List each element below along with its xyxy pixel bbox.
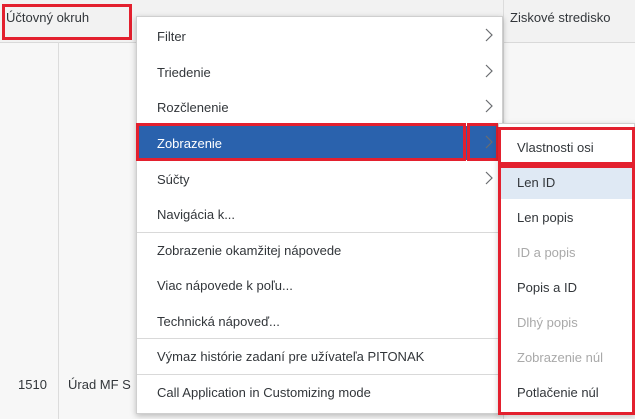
chevron-right-icon: [485, 135, 493, 149]
menu-item-label: Viac nápovede k poľu...: [157, 278, 293, 293]
submenu-item-label: Potlačenie núl: [517, 385, 599, 400]
menu-item-technicka-napoveda[interactable]: Technická nápoveď...: [137, 304, 502, 338]
submenu-item-label: Len popis: [517, 210, 574, 225]
submenu-item-zobrazenie-nul: Zobrazenie núl: [499, 340, 635, 374]
display-submenu: Vlastnosti osi Len ID Len popis ID a pop…: [498, 123, 635, 415]
chevron-right-icon: [485, 28, 493, 42]
submenu-item-label: Vlastnosti osi: [517, 140, 594, 155]
cell-name: Úrad MF S: [68, 377, 131, 392]
menu-item-vymaz-historie[interactable]: Výmaz histórie zadaní pre užívateľa PITO…: [137, 339, 502, 373]
submenu-item-id-a-popis: ID a popis: [499, 235, 635, 269]
chevron-right-icon: [485, 171, 493, 185]
column-header-uctovny-okruh[interactable]: Účtovný okruh: [6, 10, 89, 25]
submenu-item-potlacenie-nul[interactable]: Potlačenie núl: [499, 375, 635, 409]
menu-item-label: Zobrazenie okamžitej nápovede: [157, 243, 342, 258]
menu-item-label: Navigácia k...: [157, 207, 236, 222]
menu-item-zobrazenie[interactable]: Zobrazenie: [137, 126, 502, 160]
submenu-item-len-id[interactable]: Len ID: [499, 165, 635, 199]
menu-item-sucty[interactable]: Súčty: [137, 162, 502, 196]
submenu-item-len-popis[interactable]: Len popis: [499, 200, 635, 234]
menu-item-label: Zobrazenie: [157, 136, 223, 151]
submenu-item-popis-a-id[interactable]: Popis a ID: [499, 270, 635, 304]
menu-item-label: Výmaz histórie zadaní pre užívateľa PITO…: [157, 349, 425, 364]
column-header-ziskove-stredisko[interactable]: Ziskové stredisko: [510, 10, 610, 25]
chevron-right-icon: [485, 64, 493, 78]
menu-item-label: Technická nápoveď...: [157, 314, 280, 329]
menu-item-viac-napovede[interactable]: Viac nápovede k poľu...: [137, 268, 502, 302]
menu-item-label: Call Application in Customizing mode: [157, 385, 371, 400]
submenu-item-label: Len ID: [517, 175, 556, 190]
submenu-item-label: Popis a ID: [517, 280, 577, 295]
column-divider: [58, 42, 59, 419]
menu-item-label: Rozčlenenie: [157, 100, 229, 115]
menu-item-customizing-mode[interactable]: Call Application in Customizing mode: [137, 375, 502, 409]
menu-item-label: Triedenie: [157, 65, 211, 80]
menu-item-filter[interactable]: Filter: [137, 19, 502, 53]
chevron-right-icon: [485, 99, 493, 113]
submenu-item-label: ID a popis: [517, 245, 576, 260]
menu-item-label: Filter: [157, 29, 186, 44]
submenu-item-label: Zobrazenie núl: [517, 350, 603, 365]
menu-item-rozclenenie[interactable]: Rozčlenenie: [137, 90, 502, 124]
menu-item-okamzita-napoveda[interactable]: Zobrazenie okamžitej nápovede: [137, 233, 502, 267]
menu-item-triedenie[interactable]: Triedenie: [137, 55, 502, 89]
menu-item-navigacia[interactable]: Navigácia k...: [137, 197, 502, 231]
context-menu: Filter Triedenie Rozčlenenie Zobrazenie …: [136, 16, 503, 414]
cell-okruh: 1510: [18, 377, 47, 392]
submenu-item-vlastnosti-osi[interactable]: Vlastnosti osi: [499, 130, 635, 164]
submenu-item-dlhy-popis: Dlhý popis: [499, 305, 635, 339]
submenu-item-label: Dlhý popis: [517, 315, 578, 330]
menu-item-label: Súčty: [157, 172, 190, 187]
